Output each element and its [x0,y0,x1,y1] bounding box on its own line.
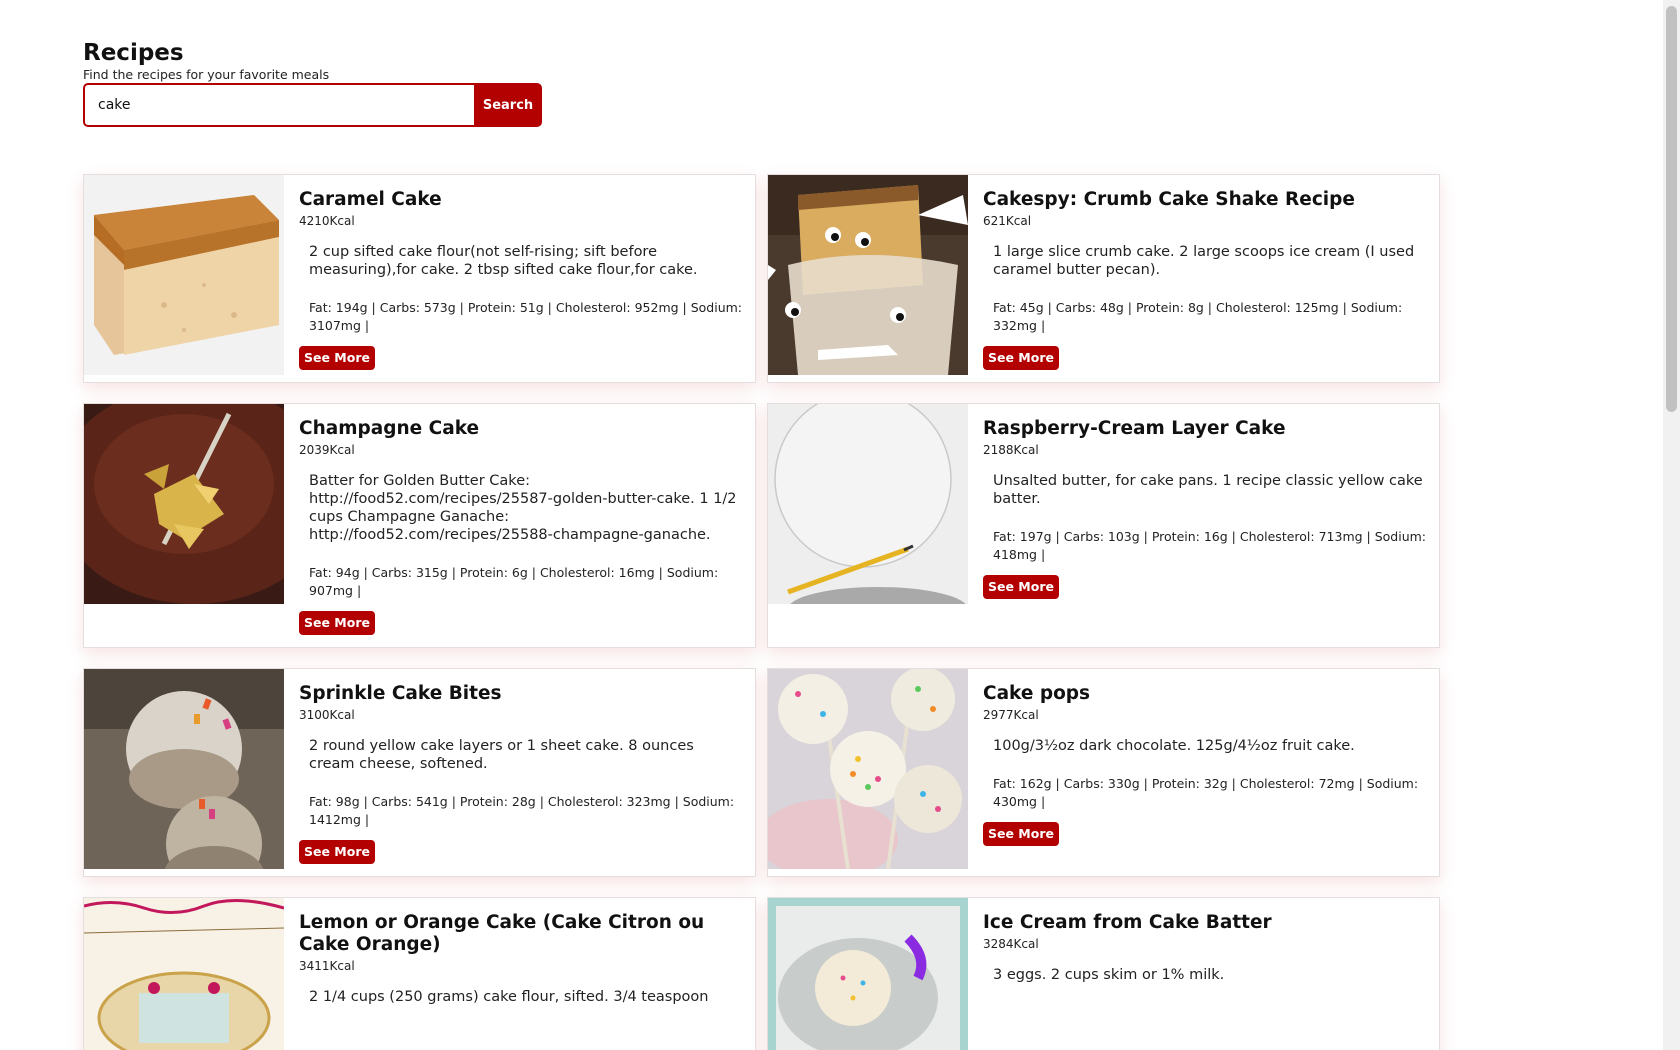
recipe-card: Champagne Cake 2039Kcal Batter for Golde… [83,403,756,648]
recipe-name: Lemon or Orange Cake (Cake Citron ou Cak… [299,912,705,955]
recipe-nutrition: Fat: 162g | Carbs: 330g | Protein: 32g |… [993,776,1419,809]
recipe-name: Sprinkle Cake Bites [299,683,502,704]
recipe-card: Cakespy: Crumb Cake Shake Recipe 621Kcal… [767,174,1440,383]
recipe-info: Champagne Cake 2039Kcal Batter for Golde… [284,404,755,647]
cake-pops-photo[interactable] [768,669,968,869]
recipe-ingredients: 3 eggs. 2 cups skim or 1% milk. [993,967,1225,983]
recipe-name: Cakespy: Crumb Cake Shake Recipe [983,189,1355,210]
see-more-button[interactable]: See More [983,822,1059,846]
search-input[interactable] [83,83,474,127]
recipe-kcal: 4210Kcal [299,214,355,228]
caramel-cake-photo[interactable] [84,175,284,375]
recipe-ingredients: 2 cup sifted cake flour(not self-rising;… [309,244,698,278]
see-more-button[interactable]: See More [299,840,375,864]
recipe-info: Cake pops 2977Kcal 100g/3½oz dark chocol… [968,669,1439,858]
scrollbar-thumb[interactable] [1666,6,1677,412]
recipe-name: Ice Cream from Cake Batter [983,912,1272,933]
raspberry-cake-photo[interactable] [768,404,968,604]
recipe-card: Ice Cream from Cake Batter 3284Kcal 3 eg… [767,897,1440,1050]
sprinkle-cake-bites-photo[interactable] [84,669,284,869]
recipe-nutrition: Fat: 197g | Carbs: 103g | Protein: 16g |… [993,529,1427,562]
recipe-nutrition: Fat: 94g | Carbs: 315g | Protein: 6g | C… [309,565,719,598]
recipe-info: Sprinkle Cake Bites 3100Kcal 2 round yel… [284,669,755,876]
search-button[interactable]: Search [474,83,542,127]
recipe-info: Raspberry-Cream Layer Cake 2188Kcal Unsa… [968,404,1439,611]
recipe-info: Caramel Cake 4210Kcal 2 cup sifted cake … [284,175,755,382]
recipe-kcal: 621Kcal [983,214,1032,228]
see-more-button[interactable]: See More [983,346,1059,370]
search-bar: Search [83,83,1443,127]
recipes-page: Recipes Find the recipes for your favori… [83,38,1443,1050]
recipe-card: Sprinkle Cake Bites 3100Kcal 2 round yel… [83,668,756,877]
lemon-cake-book-photo[interactable] [84,898,284,1050]
page-title: Recipes [83,40,184,66]
ice-cream-cake-batter-photo[interactable] [768,898,968,1050]
recipe-info: Ice Cream from Cake Batter 3284Kcal 3 eg… [968,898,1439,996]
recipe-grid: Caramel Cake 4210Kcal 2 cup sifted cake … [83,174,1443,1050]
recipe-kcal: 2977Kcal [983,708,1039,722]
recipe-nutrition: Fat: 98g | Carbs: 541g | Protein: 28g | … [309,794,735,827]
page-subtitle: Find the recipes for your favorite meals [83,67,330,82]
recipe-kcal: 3100Kcal [299,708,355,722]
recipe-info: Lemon or Orange Cake (Cake Citron ou Cak… [284,898,755,1018]
recipe-ingredients: Unsalted butter, for cake pans. 1 recipe… [993,473,1423,507]
recipe-card: Raspberry-Cream Layer Cake 2188Kcal Unsa… [767,403,1440,648]
recipe-name: Caramel Cake [299,189,442,210]
recipe-nutrition: Fat: 45g | Carbs: 48g | Protein: 8g | Ch… [993,300,1403,333]
recipe-nutrition: Fat: 194g | Carbs: 573g | Protein: 51g |… [309,300,743,333]
recipe-ingredients: Batter for Golden Butter Cake: http://fo… [309,473,737,543]
recipe-kcal: 3284Kcal [983,937,1039,951]
recipe-ingredients: 100g/3½oz dark chocolate. 125g/4½oz frui… [993,738,1355,754]
recipe-ingredients: 2 round yellow cake layers or 1 sheet ca… [309,738,694,772]
see-more-button[interactable]: See More [299,611,375,635]
champagne-cake-photo[interactable] [84,404,284,604]
recipe-name: Raspberry-Cream Layer Cake [983,418,1286,439]
vertical-scrollbar[interactable] [1663,0,1680,1050]
recipe-info: Cakespy: Crumb Cake Shake Recipe 621Kcal… [968,175,1439,382]
recipe-kcal: 2188Kcal [983,443,1039,457]
see-more-button[interactable]: See More [983,575,1059,599]
recipe-name: Cake pops [983,683,1091,704]
recipe-card: Caramel Cake 4210Kcal 2 cup sifted cake … [83,174,756,383]
recipe-ingredients: 1 large slice crumb cake. 2 large scoops… [993,244,1415,278]
recipe-name: Champagne Cake [299,418,480,439]
crumb-cake-shake-photo[interactable] [768,175,968,375]
recipe-card: Cake pops 2977Kcal 100g/3½oz dark chocol… [767,668,1440,877]
recipe-kcal: 3411Kcal [299,959,355,973]
see-more-button[interactable]: See More [299,346,375,370]
recipe-ingredients: 2 1/4 cups (250 grams) cake flour, sifte… [309,989,709,1005]
recipe-card: Lemon or Orange Cake (Cake Citron ou Cak… [83,897,756,1050]
recipe-kcal: 2039Kcal [299,443,355,457]
